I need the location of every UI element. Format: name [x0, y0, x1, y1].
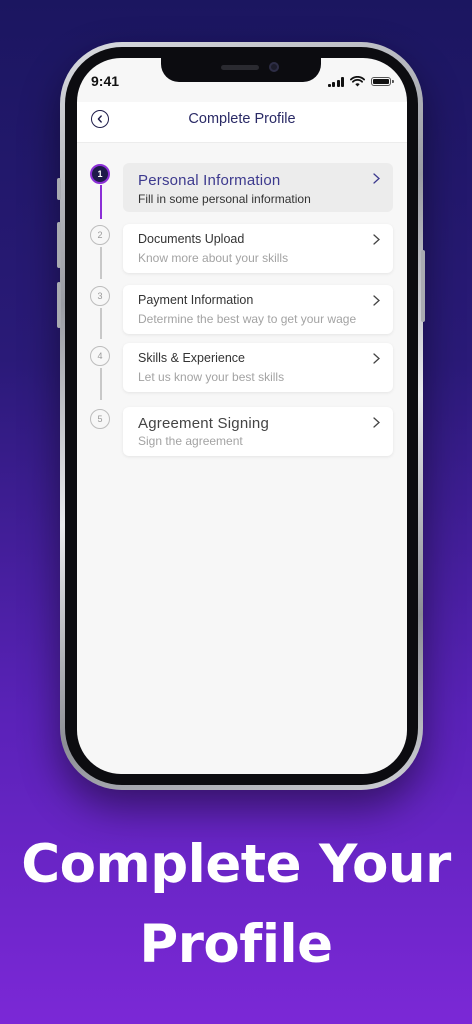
step-card-payment-information[interactable]: Payment Information Determine the best w…	[123, 285, 393, 334]
power-button	[421, 250, 425, 322]
step-indicator-5: 5	[90, 409, 110, 429]
step-connector-3	[100, 308, 102, 339]
wifi-icon	[350, 76, 365, 87]
step-title: Personal Information	[138, 172, 281, 189]
signal-icon	[327, 76, 344, 87]
step-card-documents-upload[interactable]: Documents Upload Know more about your sk…	[123, 224, 393, 273]
volume-up-button	[57, 222, 61, 268]
chevron-right-icon	[373, 173, 380, 184]
chevron-right-icon	[373, 234, 380, 245]
step-indicator-3: 3	[90, 286, 110, 306]
step-subtitle: Sign the agreement	[138, 434, 243, 448]
step-card-agreement-signing[interactable]: Agreement Signing Sign the agreement	[123, 407, 393, 456]
status-icons	[327, 76, 394, 87]
step-title: Payment Information	[138, 293, 254, 307]
step-title: Agreement Signing	[138, 415, 269, 432]
status-time: 9:41	[91, 73, 120, 89]
caption-line-1: Complete Your	[21, 834, 451, 895]
step-indicator-4: 4	[90, 346, 110, 366]
phone-screen: 9:41 Complete Profile 1 Personal Informa…	[77, 58, 407, 774]
page-title: Complete Profile	[188, 111, 296, 127]
step-subtitle: Know more about your skills	[138, 251, 289, 265]
step-subtitle: Fill in some personal information	[138, 192, 311, 206]
chevron-right-icon	[373, 295, 380, 306]
step-connector-4	[100, 368, 102, 400]
step-card-skills-experience[interactable]: Skills & Experience Let us know your bes…	[123, 343, 393, 392]
step-indicator-1: 1	[90, 164, 110, 184]
step-card-personal-information[interactable]: Personal Information Fill in some person…	[123, 163, 393, 212]
step-indicator-2: 2	[90, 225, 110, 245]
volume-down-button	[57, 282, 61, 328]
caption-line-2: Profile	[139, 914, 333, 975]
speaker-grille	[221, 65, 259, 70]
step-title: Documents Upload	[138, 232, 245, 246]
app-header: Complete Profile	[77, 102, 407, 143]
step-subtitle: Let us know your best skills	[138, 370, 285, 384]
step-title: Skills & Experience	[138, 351, 245, 365]
step-connector-2	[100, 247, 102, 279]
mute-switch	[57, 178, 61, 200]
front-camera	[269, 62, 279, 72]
marketing-caption: Complete Your Profile	[0, 825, 472, 985]
battery-icon	[371, 77, 394, 86]
phone-notch	[161, 58, 321, 82]
step-subtitle: Determine the best way to get your wage	[138, 312, 357, 326]
step-connector-1	[100, 185, 102, 219]
chevron-right-icon	[373, 353, 380, 364]
chevron-right-icon	[373, 417, 380, 428]
